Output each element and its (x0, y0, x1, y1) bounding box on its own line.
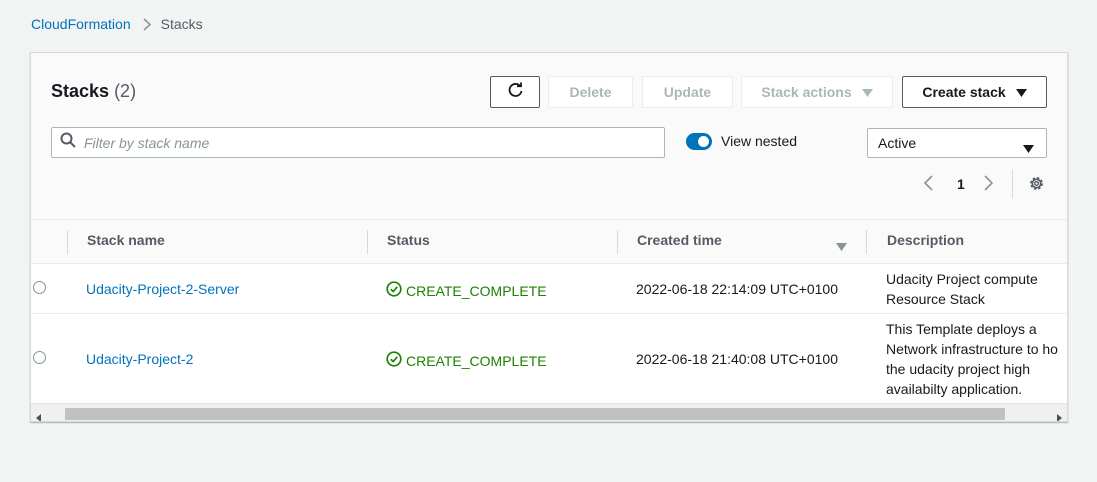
chevron-right-icon (143, 17, 151, 31)
check-circle-icon (386, 281, 402, 300)
breadcrumb: CloudFormation Stacks (31, 16, 203, 32)
stacks-panel: Stacks (2) Delete Update Stack actions C… (30, 52, 1068, 422)
check-circle-icon (386, 351, 402, 370)
column-divider (67, 230, 68, 254)
scrollbar-thumb[interactable] (65, 408, 1005, 420)
status-filter-select[interactable]: Active (867, 128, 1047, 158)
caret-down-icon (861, 84, 873, 100)
description: This Template deploys a Network infrastr… (886, 319, 1067, 399)
status-badge: CREATE_COMPLETE (386, 281, 547, 300)
caret-down-icon (1023, 140, 1034, 156)
row-select-radio[interactable] (33, 351, 46, 364)
delete-button[interactable]: Delete (548, 76, 633, 108)
stack-actions-label: Stack actions (761, 84, 852, 100)
view-nested-label: View nested (721, 133, 798, 149)
scroll-right-arrow-icon[interactable] (1057, 409, 1062, 421)
stack-filter (51, 127, 665, 158)
view-nested-toggle[interactable] (686, 133, 712, 150)
stacks-table: Stack name Status Created time Descripti… (31, 219, 1067, 404)
description-line: This Template deploys a (886, 321, 1037, 337)
gear-icon[interactable] (1028, 175, 1045, 197)
created-time: 2022-06-18 22:14:09 UTC+0100 (636, 281, 838, 297)
description-line: availabilty application. (886, 381, 1023, 397)
chevron-right-icon[interactable] (984, 175, 994, 196)
caret-down-icon (1015, 84, 1027, 100)
description: Udacity Project compute Resource Stack (886, 269, 1067, 309)
pagination-divider (1012, 170, 1013, 198)
refresh-icon (507, 82, 524, 102)
description-line: Network infrastructure to ho (886, 341, 1058, 357)
breadcrumb-cloudformation-link[interactable]: CloudFormation (31, 16, 131, 32)
stack-actions-button[interactable]: Stack actions (741, 76, 893, 108)
table-row: Udacity-Project-2 CREATE_COMPLETE 2022-0… (31, 314, 1067, 404)
search-icon (60, 132, 76, 153)
stacks-count: (2) (114, 81, 137, 101)
page-title: Stacks (2) (51, 81, 136, 102)
created-time: 2022-06-18 21:40:08 UTC+0100 (636, 351, 838, 367)
chevron-left-icon[interactable] (923, 175, 933, 196)
breadcrumb-current: Stacks (160, 16, 203, 32)
column-header-status[interactable]: Status (387, 232, 430, 248)
pagination-current-page[interactable]: 1 (957, 176, 965, 192)
description-line: Udacity Project compute (886, 271, 1038, 287)
scroll-left-arrow-icon[interactable] (36, 409, 41, 421)
column-header-created-time[interactable]: Created time (637, 232, 722, 248)
horizontal-scrollbar[interactable] (31, 403, 1067, 421)
update-button[interactable]: Update (642, 76, 733, 108)
table-row: Udacity-Project-2-Server CREATE_COMPLETE… (31, 264, 1067, 314)
refresh-button[interactable] (490, 76, 540, 108)
stack-name-link[interactable]: Udacity-Project-2 (86, 351, 193, 367)
stack-name-link[interactable]: Udacity-Project-2-Server (86, 281, 239, 297)
create-stack-label: Create stack (922, 84, 1006, 100)
column-header-stack-name[interactable]: Stack name (87, 232, 165, 248)
column-divider (617, 230, 618, 254)
table-header: Stack name Status Created time Descripti… (31, 219, 1067, 264)
status-text: CREATE_COMPLETE (406, 352, 547, 369)
search-input[interactable] (82, 133, 642, 152)
toggle-knob (698, 136, 709, 147)
status-filter-value: Active (878, 135, 917, 151)
status-text: CREATE_COMPLETE (406, 282, 547, 299)
create-stack-button[interactable]: Create stack (902, 76, 1047, 108)
description-line: the udacity project high (886, 361, 1030, 377)
description-line: Resource Stack (886, 291, 985, 307)
column-header-description[interactable]: Description (887, 232, 964, 248)
stacks-title: Stacks (51, 81, 110, 101)
row-select-radio[interactable] (33, 281, 46, 294)
status-badge: CREATE_COMPLETE (386, 351, 547, 370)
column-divider (866, 230, 867, 254)
column-divider (367, 230, 368, 254)
sort-descending-icon[interactable] (836, 238, 847, 254)
